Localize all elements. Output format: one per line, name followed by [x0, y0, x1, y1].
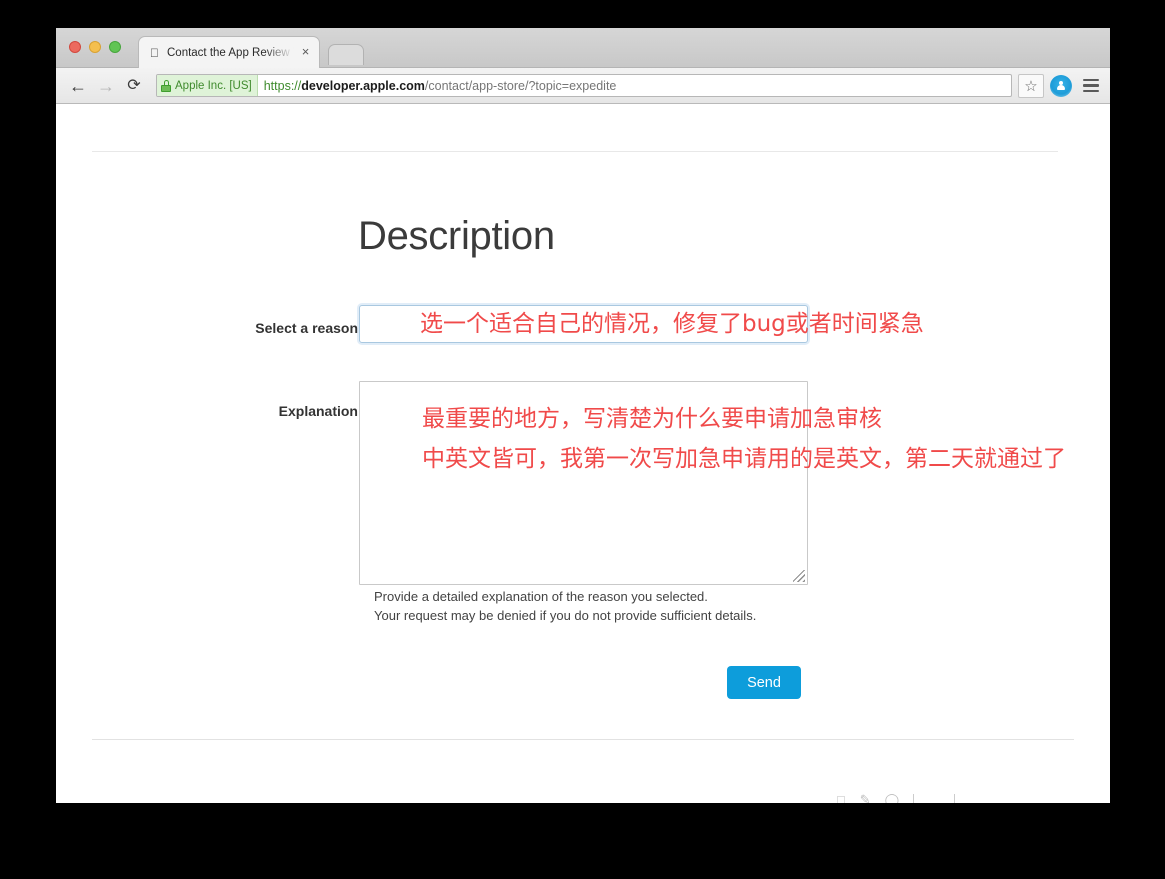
address-bar[interactable]: Apple Inc. [US] https://developer.apple.… [156, 74, 1012, 97]
footer-ghost-text [94, 794, 97, 803]
browser-window:  Contact the App Review Te × ← → ⟳ Appl… [56, 28, 1110, 803]
url-host: developer.apple.com [301, 78, 425, 93]
explanation-help-line1: Provide a detailed explanation of the re… [374, 589, 708, 604]
browser-toolbar: ← → ⟳ Apple Inc. [US] https://developer.… [56, 68, 1110, 104]
top-divider [92, 151, 1058, 152]
footer-ghost-text [401, 794, 404, 803]
apple-icon:  [836, 794, 846, 803]
circle-icon: ◯ [874, 794, 900, 803]
lock-icon [161, 79, 171, 92]
browser-titlebar:  Contact the App Review Te × [56, 28, 1110, 68]
explanation-label: Explanation [278, 403, 358, 419]
url-text: https://developer.apple.com/contact/app-… [258, 79, 1011, 93]
annotation-select-reason: 选一个适合自己的情况，修复了bug或者时间紧急 [420, 311, 924, 337]
forward-button: → [97, 75, 115, 96]
footer-ghost-text [176, 794, 179, 803]
footer-ghost-text [308, 794, 311, 803]
annotation-explanation-line1: 最重要的地方，写清楚为什么要申请加急审核 [422, 406, 882, 432]
page-title: Description [358, 214, 555, 258]
close-tab-icon[interactable]: × [298, 45, 313, 60]
minimize-window-button[interactable] [89, 41, 101, 53]
profile-avatar-icon[interactable] [1050, 74, 1072, 97]
back-button[interactable]: ← [64, 73, 92, 99]
select-reason-label: Select a reason [255, 320, 358, 336]
tab-title: Contact the App Review Te [167, 46, 295, 59]
send-button[interactable]: Send [727, 666, 801, 699]
bottom-divider [92, 739, 1074, 740]
annotation-explanation-line2: 中英文皆可，我第一次写加急申请用的是英文，第二天就通过了 [422, 446, 1066, 472]
page-viewport: Description Select a reason 选一个适合自己的情况，修… [56, 104, 1110, 803]
footer-clipped:  ✎ ◯ [56, 794, 1110, 803]
site-identity-label: Apple Inc. [US] [175, 79, 252, 92]
window-controls [69, 41, 121, 53]
maximize-window-button[interactable] [109, 41, 121, 53]
close-window-button[interactable] [69, 41, 81, 53]
url-scheme: https:// [263, 78, 302, 93]
footer-social-icons:  ✎ ◯ [836, 794, 956, 803]
bookmark-star-icon[interactable]: ☆ [1018, 73, 1044, 98]
explanation-help-line2: Your request may be denied if you do not… [374, 608, 757, 623]
new-tab-button[interactable] [328, 44, 364, 65]
site-identity-chip[interactable]: Apple Inc. [US] [157, 75, 258, 96]
apple-logo-icon:  [148, 46, 161, 60]
url-path: /contact/app-store/?topic=expedite [424, 78, 617, 93]
hamburger-menu-icon[interactable] [1080, 76, 1102, 96]
footer-badge [913, 794, 956, 803]
textarea-resize-handle[interactable] [793, 570, 805, 582]
browser-tab[interactable]:  Contact the App Review Te × [138, 36, 320, 68]
reload-button[interactable]: ⟳ [120, 73, 148, 99]
pencil-icon: ✎ [850, 794, 871, 803]
